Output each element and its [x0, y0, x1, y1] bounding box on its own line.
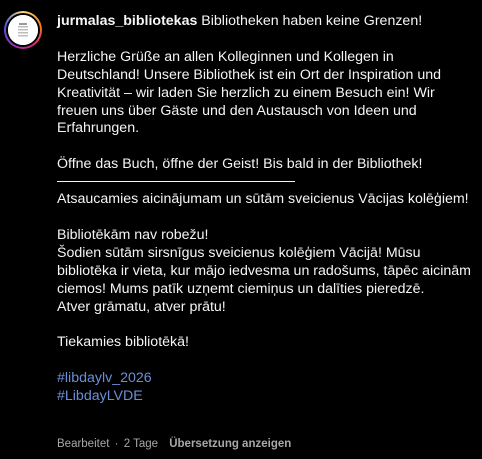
hashtag-line: #libdaylv_2026 [57, 370, 477, 388]
hashtag-link[interactable]: #LibdayLVDE [57, 388, 143, 404]
caption-first-line: jurmalas_bibliotekas Bibliotheken haben … [57, 13, 477, 31]
de-body-2: Öffne das Buch, öffne der Geist! Bis bal… [57, 156, 423, 173]
lv-headline: Bibliotēkām nav robežu! [57, 226, 209, 243]
post-caption: jurmalas_bibliotekas Bibliotheken haben … [0, 0, 482, 459]
library-logo-avatar-icon [8, 15, 38, 45]
lv-body-2: Atver grāmatu, atver prātu! [57, 298, 226, 315]
de-body-1: Herzliche Grüße an allen Kolleginnen und… [57, 48, 446, 137]
post-age[interactable]: 2 Tage [124, 438, 158, 450]
lv-closing: Tiekamies bibliotēkā! [57, 334, 189, 351]
caption-body: jurmalas_bibliotekas Bibliotheken haben … [57, 13, 477, 406]
divider [57, 181, 295, 183]
de-headline: Bibliotheken haben keine Grenzen! [197, 13, 423, 29]
lv-intro: Atsaucamies aicinājumam un sūtām sveicie… [57, 191, 469, 208]
hashtag-line: #LibdayLVDE [57, 388, 477, 406]
post-meta: Bearbeitet · 2 Tage Übersetzung anzeigen [57, 436, 291, 454]
translate-button[interactable]: Übersetzung anzeigen [169, 438, 291, 450]
avatar-ring-gap [6, 13, 40, 47]
edited-label: Bearbeitet [57, 438, 110, 450]
avatar[interactable] [4, 11, 42, 49]
meta-separator: · [114, 438, 119, 450]
username-link[interactable]: jurmalas_bibliotekas [57, 13, 197, 29]
lv-body-1: Šodien sūtām sirsnīgus sveicienus kolēģi… [57, 244, 475, 297]
hashtag-link[interactable]: #libdaylv_2026 [57, 370, 152, 386]
